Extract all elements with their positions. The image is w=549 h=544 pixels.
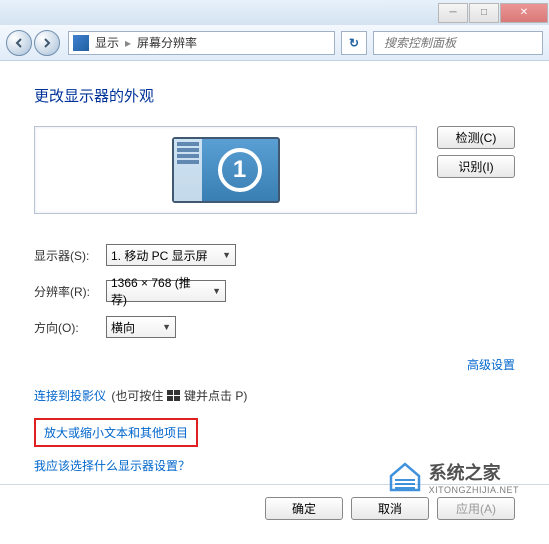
display-icon bbox=[73, 35, 89, 51]
address-bar[interactable]: 显示 ▸ 屏幕分辨率 bbox=[68, 31, 335, 55]
display-value: 1. 移动 PC 显示屏 bbox=[111, 247, 208, 264]
monitor-thumbnail[interactable]: 1 bbox=[172, 137, 280, 203]
monitor-preview[interactable]: 1 bbox=[34, 126, 417, 214]
breadcrumb-display[interactable]: 显示 bbox=[95, 34, 119, 51]
projector-hint-pre: (也可按住 bbox=[108, 389, 167, 403]
chevron-down-icon: ▼ bbox=[222, 250, 231, 260]
orientation-value: 横向 bbox=[111, 319, 135, 336]
ok-button[interactable]: 确定 bbox=[265, 497, 343, 520]
chevron-down-icon: ▼ bbox=[212, 286, 221, 296]
refresh-button[interactable]: ↻ bbox=[341, 31, 367, 55]
chevron-down-icon: ▼ bbox=[162, 322, 171, 332]
content-area: 更改显示器的外观 1 检测(C) 识别(I) 显示器(S): 1. 移动 PC … bbox=[0, 61, 549, 544]
back-button[interactable] bbox=[6, 30, 32, 56]
monitor-number-badge: 1 bbox=[218, 148, 262, 192]
arrow-left-icon bbox=[13, 37, 25, 49]
search-box[interactable] bbox=[373, 31, 543, 55]
monitor-taskbar-preview bbox=[174, 139, 202, 201]
apply-button[interactable]: 应用(A) bbox=[437, 497, 515, 520]
breadcrumb-separator: ▸ bbox=[125, 36, 131, 50]
arrow-right-icon bbox=[41, 37, 53, 49]
orientation-label: 方向(O): bbox=[34, 319, 106, 336]
resolution-dropdown[interactable]: 1366 × 768 (推荐) ▼ bbox=[106, 280, 226, 302]
cancel-button[interactable]: 取消 bbox=[351, 497, 429, 520]
divider bbox=[0, 484, 549, 485]
maximize-button[interactable]: □ bbox=[469, 3, 499, 23]
minimize-button[interactable]: ─ bbox=[438, 3, 468, 23]
forward-button[interactable] bbox=[34, 30, 60, 56]
highlight-annotation: 放大或缩小文本和其他项目 bbox=[34, 418, 198, 447]
projector-row: 连接到投影仪 (也可按住 键并点击 P) bbox=[34, 387, 515, 404]
search-input[interactable] bbox=[384, 36, 541, 50]
windows-key-icon bbox=[167, 390, 181, 402]
which-monitor-link[interactable]: 我应该选择什么显示器设置？ bbox=[34, 459, 190, 473]
window-titlebar: ─ □ ✕ bbox=[0, 0, 549, 25]
advanced-settings-link[interactable]: 高级设置 bbox=[467, 358, 515, 372]
display-label: 显示器(S): bbox=[34, 247, 106, 264]
detect-button[interactable]: 检测(C) bbox=[437, 126, 515, 149]
resolution-label: 分辨率(R): bbox=[34, 283, 106, 300]
resolution-value: 1366 × 768 (推荐) bbox=[111, 274, 204, 308]
page-title: 更改显示器的外观 bbox=[34, 85, 515, 106]
orientation-dropdown[interactable]: 横向 ▼ bbox=[106, 316, 176, 338]
display-dropdown[interactable]: 1. 移动 PC 显示屏 ▼ bbox=[106, 244, 236, 266]
projector-hint-post: 键并点击 P) bbox=[181, 389, 248, 403]
identify-button[interactable]: 识别(I) bbox=[437, 155, 515, 178]
close-button[interactable]: ✕ bbox=[500, 3, 548, 23]
breadcrumb-resolution[interactable]: 屏幕分辨率 bbox=[137, 34, 197, 51]
refresh-icon: ↻ bbox=[349, 36, 359, 50]
dialog-footer: 确定 取消 应用(A) bbox=[34, 497, 515, 530]
navigation-bar: 显示 ▸ 屏幕分辨率 ↻ bbox=[0, 25, 549, 61]
enlarge-text-link[interactable]: 放大或缩小文本和其他项目 bbox=[44, 426, 188, 440]
connect-projector-link[interactable]: 连接到投影仪 bbox=[34, 389, 106, 403]
